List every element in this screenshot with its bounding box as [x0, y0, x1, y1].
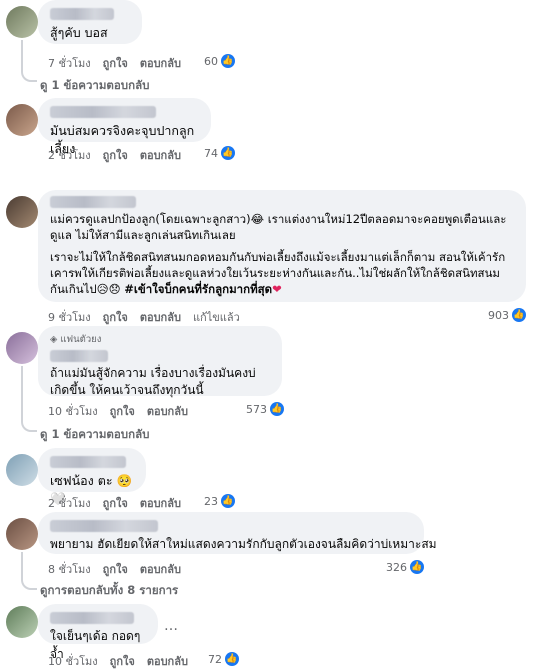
author-name[interactable] — [50, 520, 158, 532]
comment-actions: 8 ชั่วโมง ถูกใจ ตอบกลับ — [48, 560, 193, 578]
heart-icon: ❤ — [272, 282, 282, 296]
comment-time[interactable]: 9 ชั่วโมง — [48, 308, 91, 326]
author-name[interactable] — [50, 106, 156, 118]
comment-actions: 9 ชั่วโมง ถูกใจ ตอบกลับ แก้ไขแล้ว — [48, 308, 252, 326]
avatar[interactable] — [6, 332, 38, 364]
author-name[interactable] — [50, 612, 134, 624]
reaction-count[interactable]: 326 👍 — [386, 560, 424, 574]
comment-text-paragraph-1: แม่ควรดูแลปกป้องลูก(โดยเฉพาะลูกสาว)😂 เรา… — [50, 212, 507, 242]
comment-time[interactable]: 10 ชั่วโมง — [48, 402, 98, 420]
avatar[interactable] — [6, 518, 38, 550]
reaction-count[interactable]: 72 👍 — [208, 652, 239, 666]
view-replies-link[interactable]: ดู 1 ข้อความตอบกลับ — [40, 426, 149, 444]
author-name[interactable] — [50, 350, 108, 362]
reply-action[interactable]: ตอบกลับ — [140, 308, 181, 326]
comment-actions: 7 ชั่วโมง ถูกใจ ตอบกลับ — [48, 54, 193, 72]
comment-bubble: ◈ แฟนตัวยง ถ้าแม่มันสู้จักความ เรื่องบาง… — [38, 326, 282, 397]
comment-actions: 2 ชั่วโมง ถูกใจ ตอบกลับ — [48, 494, 193, 512]
comment-text: ถ้าแม่มันสู้จักความ เรื่องบางเรื่องมันคง… — [50, 366, 256, 397]
author-name[interactable] — [50, 8, 114, 20]
comment-actions: 10 ชั่วโมง ถูกใจ ตอบกลับ — [48, 652, 200, 669]
author-name[interactable] — [50, 196, 136, 208]
comment-time[interactable]: 2 ชั่วโมง — [48, 146, 91, 164]
reaction-count[interactable]: 903 👍 — [488, 308, 526, 322]
thumbs-up-icon: 👍 — [512, 308, 526, 322]
author-name[interactable] — [50, 456, 126, 468]
like-action[interactable]: ถูกใจ — [103, 308, 128, 326]
thumbs-up-icon: 👍 — [221, 54, 235, 68]
hashtag-link[interactable]: #เข้าใจบ็กคนที่รักลูกมากที่สุด — [124, 282, 272, 296]
reply-action[interactable]: ตอบกลับ — [140, 54, 181, 72]
more-replies-label: ดูการตอบกลับทั้ง 8 รายการ — [40, 583, 179, 597]
reaction-count[interactable]: 23 👍 — [204, 494, 235, 508]
thumbs-up-icon: 👍 — [225, 652, 239, 666]
comment-text: พยายาม ฮัดเยียดให้สาใหม่แสดงความรักกับลู… — [50, 537, 437, 551]
comment-text: สู้ๆคับ บอส — [50, 25, 108, 40]
like-action[interactable]: ถูกใจ — [103, 494, 128, 512]
reaction-count[interactable]: 573 👍 — [246, 402, 284, 416]
reply-action[interactable]: ตอบกลับ — [147, 652, 188, 669]
top-fan-badge: ◈ แฟนตัวยง — [50, 334, 102, 345]
view-replies-link[interactable]: ดู 1 ข้อความตอบกลับ — [40, 77, 149, 95]
like-action[interactable]: ถูกใจ — [103, 146, 128, 164]
comment-time[interactable]: 7 ชั่วโมง — [48, 54, 91, 72]
like-action[interactable]: ถูกใจ — [110, 652, 135, 669]
comment-bubble: มันบ่สมควรจิงคะจุบปากลูกเลี้ยง — [38, 98, 211, 156]
more-replies-label: ดู 1 ข้อความตอบกลับ — [40, 427, 150, 441]
avatar[interactable] — [6, 104, 38, 136]
thread-line — [21, 552, 37, 590]
thumbs-up-icon: 👍 — [270, 402, 284, 416]
comment-bubble: สู้ๆคับ บอส — [38, 0, 142, 44]
comment-time[interactable]: 10 ชั่วโมง — [48, 652, 98, 669]
like-action[interactable]: ถูกใจ — [103, 560, 128, 578]
edited-label: แก้ไขแล้ว — [192, 311, 240, 324]
avatar[interactable] — [6, 454, 38, 486]
comment-bubble: เซฟน้อง ตะ 🥺🤍 — [38, 448, 146, 506]
like-action[interactable]: ถูกใจ — [103, 54, 128, 72]
comment-text-paragraph-2: เราจะไม่ให้ใกล้ชิดสนิทสนมกอดหอมกันกับพ่อ… — [50, 250, 506, 296]
thread-line — [21, 40, 37, 82]
comment-actions: 10 ชั่วโมง ถูกใจ ตอบกลับ — [48, 402, 200, 420]
comment-actions: 2 ชั่วโมง ถูกใจ ตอบกลับ — [48, 146, 193, 164]
thumbs-up-icon: 👍 — [221, 494, 235, 508]
more-options-icon[interactable]: … — [164, 618, 179, 634]
comment-bubble: พยายาม ฮัดเยียดให้สาใหม่แสดงความรักกับลู… — [38, 512, 437, 554]
more-replies-label: ดู 1 ข้อความตอบกลับ — [40, 78, 150, 92]
reply-action[interactable]: ตอบกลับ — [140, 494, 181, 512]
avatar[interactable] — [6, 606, 38, 638]
thread-line — [21, 366, 37, 432]
diamond-icon: ◈ — [50, 334, 58, 345]
reply-action[interactable]: ตอบกลับ — [140, 560, 181, 578]
comment-bubble: ใจเย็นๆเด้อ กอดๆจ้ำ — [38, 604, 158, 661]
reaction-count[interactable]: 60 👍 — [204, 54, 235, 68]
thumbs-up-icon: 👍 — [221, 146, 235, 160]
avatar[interactable] — [6, 6, 38, 38]
view-all-replies-link[interactable]: ดูการตอบกลับทั้ง 8 รายการ — [40, 582, 178, 600]
like-action[interactable]: ถูกใจ — [110, 402, 135, 420]
thumbs-up-icon: 👍 — [410, 560, 424, 574]
reaction-count[interactable]: 74 👍 — [204, 146, 235, 160]
comment-time[interactable]: 8 ชั่วโมง — [48, 560, 91, 578]
comment-bubble: แม่ควรดูแลปกป้องลูก(โดยเฉพาะลูกสาว)😂 เรา… — [38, 190, 526, 302]
comment-time[interactable]: 2 ชั่วโมง — [48, 494, 91, 512]
avatar[interactable] — [6, 196, 38, 228]
reply-action[interactable]: ตอบกลับ — [147, 402, 188, 420]
reply-action[interactable]: ตอบกลับ — [140, 146, 181, 164]
